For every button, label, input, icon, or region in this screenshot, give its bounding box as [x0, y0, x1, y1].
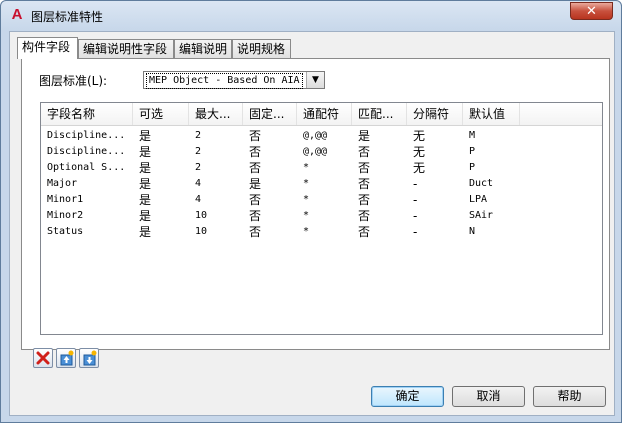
table-cell: 是 [139, 145, 152, 159]
table-cell: 无 [413, 129, 426, 143]
autocad-logo-icon: A [11, 6, 23, 23]
table-cell: 是 [139, 193, 152, 207]
table-cell: 否 [249, 161, 262, 175]
help-button[interactable]: 帮助 [533, 386, 606, 407]
table-cell: * [303, 210, 310, 221]
table-cell: Status [47, 226, 84, 237]
table-cell: P [469, 146, 476, 157]
table-cell: 无 [413, 145, 426, 159]
table-cell: 2 [195, 130, 202, 141]
column-header[interactable]: 可选 [133, 103, 189, 125]
table-cell: Optional S... [47, 162, 126, 173]
table-cell: - [413, 209, 418, 223]
table-cell: SAir [469, 210, 494, 221]
tab-description-specs[interactable]: 说明规格 [232, 39, 291, 58]
table-cell: * [303, 194, 310, 205]
table-cell: 否 [358, 209, 371, 223]
table-cell: @,@@ [303, 130, 328, 141]
table-cell: 4 [195, 178, 202, 189]
ok-button[interactable]: 确定 [371, 386, 444, 407]
table-cell: Discipline... [47, 146, 126, 157]
column-header[interactable]: 分隔符 [407, 103, 463, 125]
table-cell: LPA [469, 194, 488, 205]
dialog-client-area: 构件字段 编辑说明性字段 编辑说明 说明规格 图层标准(L): MEP Obje… [9, 31, 615, 416]
tab-edit-descriptions[interactable]: 编辑说明 [174, 39, 232, 58]
table-row[interactable]: Discipline... 是 2 否 @,@@ 否 无 P [41, 144, 602, 160]
move-up-button[interactable] [56, 348, 76, 368]
table-cell: - [413, 193, 418, 207]
table-header: 字段名称 可选 最大... 固定... 通配符 匹配... 分隔符 默认值 [41, 103, 602, 126]
column-header[interactable]: 通配符 [297, 103, 352, 125]
table-cell: Major [47, 178, 78, 189]
table-cell: M [469, 130, 476, 141]
dialog-window: A 图层标准特性 ✕ 构件字段 编辑说明性字段 编辑说明 说明规格 图层标准(L… [0, 0, 622, 423]
table-cell: @,@@ [303, 146, 328, 157]
table-cell: 10 [195, 210, 208, 221]
table-cell: 否 [249, 129, 262, 143]
table-cell: 是 [249, 177, 262, 191]
layer-standard-value: MEP Object - Based On AIA [146, 73, 303, 89]
tab-panel: 图层标准(L): MEP Object - Based On AIA ▼ 字段名… [21, 58, 610, 350]
table-cell: 是 [358, 129, 371, 143]
column-header[interactable]: 最大... [189, 103, 243, 125]
table-row[interactable]: Optional S... 是 2 否 * 否 无 P [41, 160, 602, 176]
table-row[interactable]: Discipline... 是 2 否 @,@@ 是 无 M [41, 128, 602, 144]
table-cell: 否 [358, 177, 371, 191]
column-header[interactable]: 匹配... [352, 103, 407, 125]
table-cell: 2 [195, 162, 202, 173]
table-cell: 否 [358, 225, 371, 239]
table-row[interactable]: Major 是 4 是 * 否 - Duct [41, 176, 602, 192]
table-cell: * [303, 226, 310, 237]
delete-button[interactable] [33, 348, 53, 368]
layer-standard-label: 图层标准(L): [39, 74, 108, 88]
table-cell: 是 [139, 161, 152, 175]
table-cell: Discipline... [47, 130, 126, 141]
table-cell: 2 [195, 146, 202, 157]
title-bar[interactable]: A 图层标准特性 ✕ [1, 1, 621, 31]
table-cell: 否 [358, 145, 371, 159]
close-button[interactable]: ✕ [570, 2, 613, 20]
table-cell: 是 [139, 209, 152, 223]
move-up-icon [60, 350, 74, 366]
table-cell: 是 [139, 177, 152, 191]
table-row[interactable]: Minor2 是 10 否 * 否 - SAir [41, 208, 602, 224]
table-cell: 否 [249, 209, 262, 223]
table-cell: 是 [139, 225, 152, 239]
table-cell: 否 [249, 225, 262, 239]
move-down-button[interactable] [79, 348, 99, 368]
layer-standard-dropdown[interactable]: MEP Object - Based On AIA ▼ [143, 71, 325, 89]
tab-component-fields[interactable]: 构件字段 [17, 37, 78, 59]
table-cell: 否 [358, 161, 371, 175]
table-cell: 否 [249, 145, 262, 159]
tab-edit-descriptive-fields[interactable]: 编辑说明性字段 [78, 39, 174, 58]
table-row[interactable]: Minor1 是 4 否 * 否 - LPA [41, 192, 602, 208]
table-cell: - [413, 225, 418, 239]
column-header[interactable]: 默认值 [463, 103, 520, 125]
table-cell: 否 [249, 193, 262, 207]
cancel-button[interactable]: 取消 [452, 386, 525, 407]
table-cell: Minor2 [47, 210, 84, 221]
fields-table[interactable]: 字段名称 可选 最大... 固定... 通配符 匹配... 分隔符 默认值 Di… [40, 102, 603, 335]
column-header[interactable]: 固定... [243, 103, 297, 125]
table-cell: Duct [469, 178, 494, 189]
table-cell: 是 [139, 129, 152, 143]
table-cell: P [469, 162, 476, 173]
move-down-icon [83, 350, 97, 366]
table-cell: 4 [195, 194, 202, 205]
table-cell: 无 [413, 161, 426, 175]
table-cell: 10 [195, 226, 208, 237]
table-cell: * [303, 178, 310, 189]
table-row[interactable]: Status 是 10 否 * 否 - N [41, 224, 602, 240]
table-cell: Minor1 [47, 194, 84, 205]
delete-icon [36, 351, 50, 365]
table-cell: N [469, 226, 476, 237]
chevron-down-icon[interactable]: ▼ [306, 72, 324, 88]
table-cell: * [303, 162, 310, 173]
table-cell: 否 [358, 193, 371, 207]
column-header[interactable]: 字段名称 [41, 103, 133, 125]
dialog-title: 图层标准特性 [31, 10, 104, 24]
table-cell: - [413, 177, 418, 191]
